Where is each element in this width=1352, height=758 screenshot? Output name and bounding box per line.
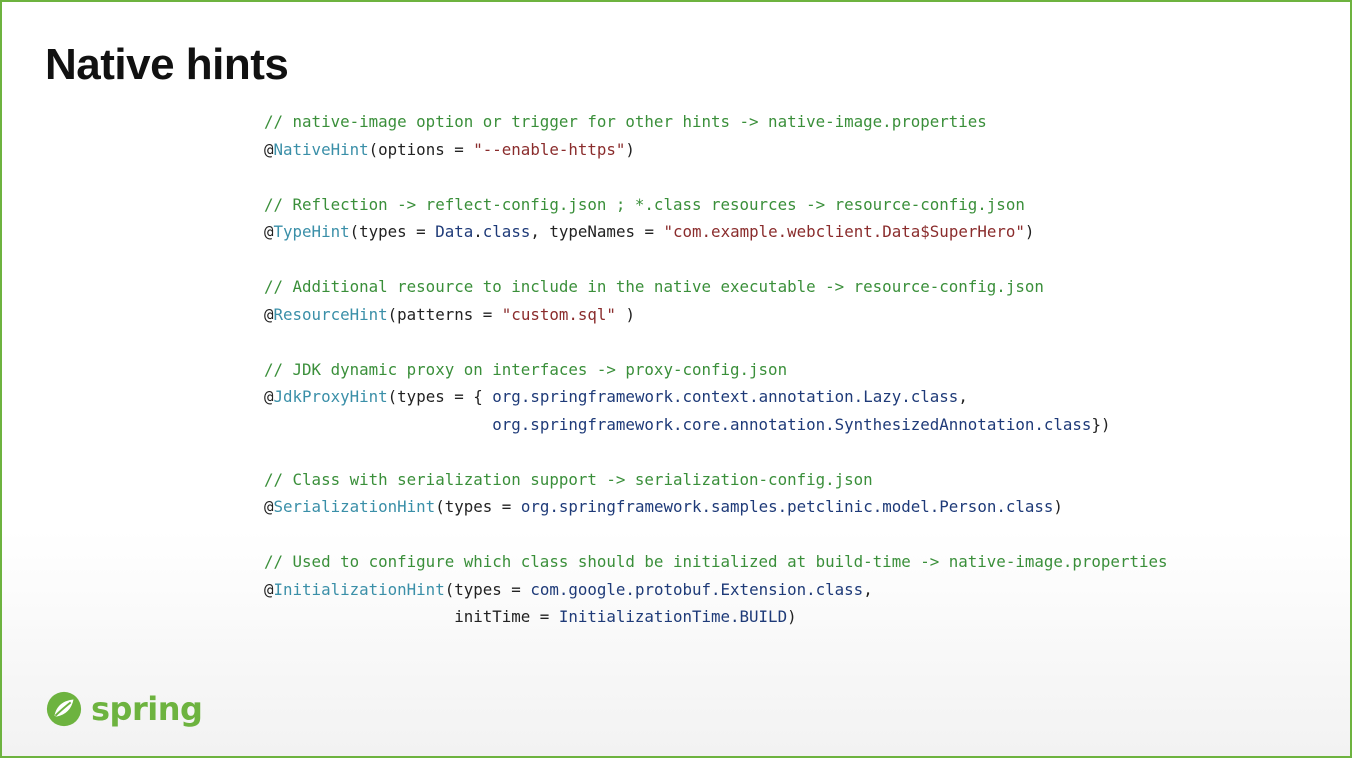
code-token: class: [482, 222, 531, 241]
code-line: initTime = InitializationTime.BUILD): [264, 603, 1168, 631]
code-token: "--enable-https": [473, 139, 626, 159]
code-line: // Reflection -> reflect-config.json ; *…: [264, 191, 1168, 219]
code-token: SerializationHint: [273, 497, 436, 516]
code-token: // Reflection -> reflect-config.json ; *…: [264, 194, 1025, 214]
code-token: ResourceHint: [273, 304, 388, 324]
code-line: // Additional resource to include in the…: [264, 273, 1168, 301]
code-token: InitializationHint: [273, 579, 445, 599]
code-token: @: [264, 222, 274, 241]
code-line: @InitializationHint(types = com.google.p…: [264, 576, 1168, 604]
code-token: , typeNames =: [530, 222, 664, 241]
code-token: ): [1024, 222, 1035, 241]
spring-leaf-icon: [46, 691, 82, 727]
code-line: // Used to configure which class should …: [264, 548, 1168, 576]
code-token: (types =: [349, 222, 436, 241]
code-line: @ResourceHint(patterns = "custom.sql" ): [264, 301, 1168, 329]
code-line: @NativeHint(options = "--enable-https"): [264, 136, 1168, 164]
code-token: // JDK dynamic proxy on interfaces -> pr…: [264, 359, 788, 379]
slide: Native hints // native-image option or t…: [0, 0, 1352, 758]
code-token: (types =: [435, 497, 521, 516]
code-token: // Used to configure which class should …: [264, 552, 1168, 571]
code-block: // native-image option or trigger for ot…: [264, 108, 1168, 631]
code-token: .: [473, 222, 483, 241]
code-line: // JDK dynamic proxy on interfaces -> pr…: [264, 356, 1168, 384]
slide-title: Native hints: [45, 40, 289, 89]
code-token: "custom.sql": [501, 304, 616, 324]
code-token: @: [264, 579, 274, 599]
code-token: @: [264, 139, 274, 159]
code-token: ,: [863, 579, 873, 599]
code-token: ): [787, 607, 797, 626]
spring-logo-text: spring: [91, 690, 203, 728]
code-token: Data: [435, 222, 474, 241]
code-token: (types =: [444, 579, 531, 599]
code-line: org.springframework.core.annotation.Synt…: [264, 411, 1168, 439]
code-token: @: [264, 387, 274, 406]
code-token: (patterns =: [387, 304, 502, 324]
code-token: org.springframework.context.annotation.L…: [492, 387, 959, 406]
code-token: org.springframework.core.annotation.Synt…: [492, 414, 1092, 434]
code-token: // Additional resource to include in the…: [264, 277, 1044, 296]
spring-logo: spring: [45, 690, 203, 728]
code-token: }): [1091, 414, 1111, 434]
code-token: // Class with serialization support -> s…: [264, 469, 873, 489]
code-token: org.springframework.samples.petclinic.mo…: [520, 497, 1054, 516]
code-token: InitializationTime.BUILD: [558, 607, 788, 626]
code-line: // Class with serialization support -> s…: [264, 466, 1168, 494]
code-token: (types = {: [387, 387, 493, 406]
code-token: ,: [958, 387, 968, 406]
code-token: // native-image option or trigger for ot…: [264, 112, 987, 131]
code-token: (options =: [368, 139, 474, 159]
code-line: @SerializationHint(types = org.springfra…: [264, 493, 1168, 521]
code-token: com.google.protobuf.Extension.class: [530, 579, 864, 599]
code-token: initTime =: [264, 607, 559, 626]
code-token: ): [1053, 497, 1063, 516]
code-line: // native-image option or trigger for ot…: [264, 108, 1168, 136]
code-token: @: [264, 304, 274, 324]
code-token: JdkProxyHint: [273, 387, 388, 406]
code-line: @JdkProxyHint(types = { org.springframew…: [264, 383, 1168, 411]
code-line: @TypeHint(types = Data.class, typeNames …: [264, 218, 1168, 246]
code-token: ): [615, 304, 635, 324]
code-token: ): [625, 139, 635, 159]
code-token: @: [264, 497, 274, 516]
code-token: NativeHint: [273, 139, 369, 159]
code-token: TypeHint: [273, 222, 350, 241]
code-token: "com.example.webclient.Data$SuperHero": [663, 222, 1025, 241]
